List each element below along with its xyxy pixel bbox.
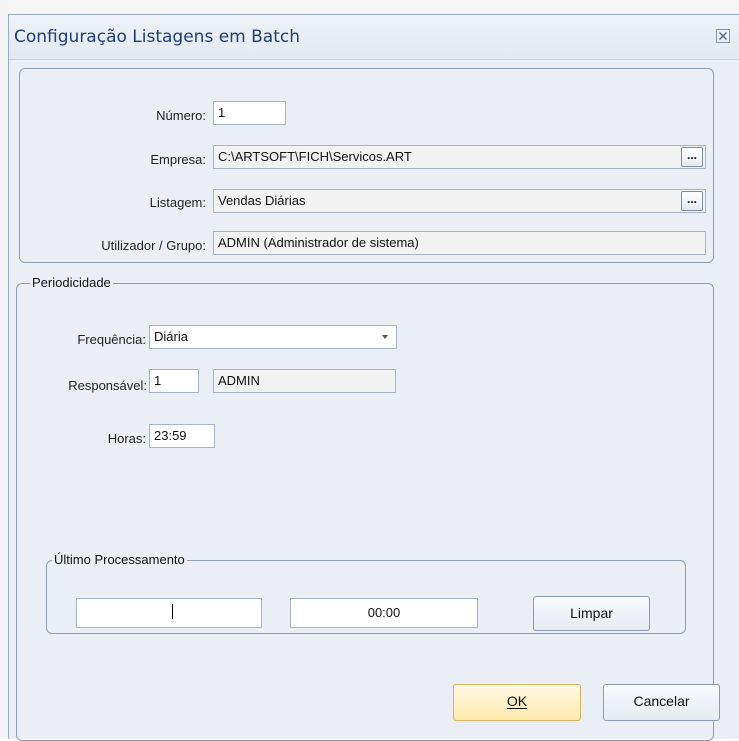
horas-label: Horas: — [107, 431, 146, 446]
limpar-button[interactable]: Limpar — [533, 596, 650, 631]
chevron-down-icon[interactable] — [382, 335, 388, 339]
utilizador-label: Utilizador / Grupo: — [101, 238, 206, 253]
utilizador-field[interactable]: ADMIN (Administrador de sistema) — [213, 231, 706, 255]
cancel-button[interactable]: Cancelar — [603, 684, 720, 721]
numero-label: Número: — [156, 108, 206, 123]
close-icon[interactable] — [716, 29, 730, 43]
background-strip-left — [0, 0, 8, 738]
responsavel-id-field[interactable]: 1 — [149, 369, 199, 393]
frequencia-select[interactable]: Diária — [149, 325, 397, 349]
responsavel-name-field: ADMIN — [213, 369, 396, 393]
responsavel-label: Responsável: — [68, 378, 147, 393]
window-title: Configuração Listagens em Batch — [14, 27, 301, 47]
listagem-field[interactable]: Vendas Diárias — [213, 189, 706, 213]
empresa-label: Empresa: — [150, 152, 206, 167]
frequencia-label: Frequência: — [77, 332, 146, 347]
ok-button[interactable]: OK — [453, 684, 581, 721]
background-strip-top — [0, 0, 739, 14]
ok-button-label: OK — [506, 693, 528, 709]
empresa-browse-button[interactable]: ... — [681, 147, 703, 167]
title-bar: Configuração Listagens em Batch — [9, 15, 739, 60]
processamento-time-field[interactable]: 00:00 — [290, 598, 478, 628]
listagem-browse-button[interactable]: ... — [681, 191, 703, 211]
processamento-date-field[interactable] — [76, 598, 262, 628]
frequencia-value: Diária — [154, 329, 188, 344]
horas-field[interactable]: 23:59 — [149, 424, 215, 448]
numero-field[interactable]: 1 — [213, 101, 286, 125]
text-cursor — [172, 604, 173, 619]
periodicidade-legend: Periodicidade — [30, 275, 113, 290]
periodicidade-panel — [16, 283, 714, 741]
empresa-field[interactable]: C:\ARTSOFT\FICH\Servicos.ART — [213, 145, 706, 169]
listagem-label: Listagem: — [149, 195, 206, 210]
cancel-button-label: Cancelar — [633, 693, 690, 709]
ultimo-processamento-legend: Último Processamento — [52, 552, 187, 567]
